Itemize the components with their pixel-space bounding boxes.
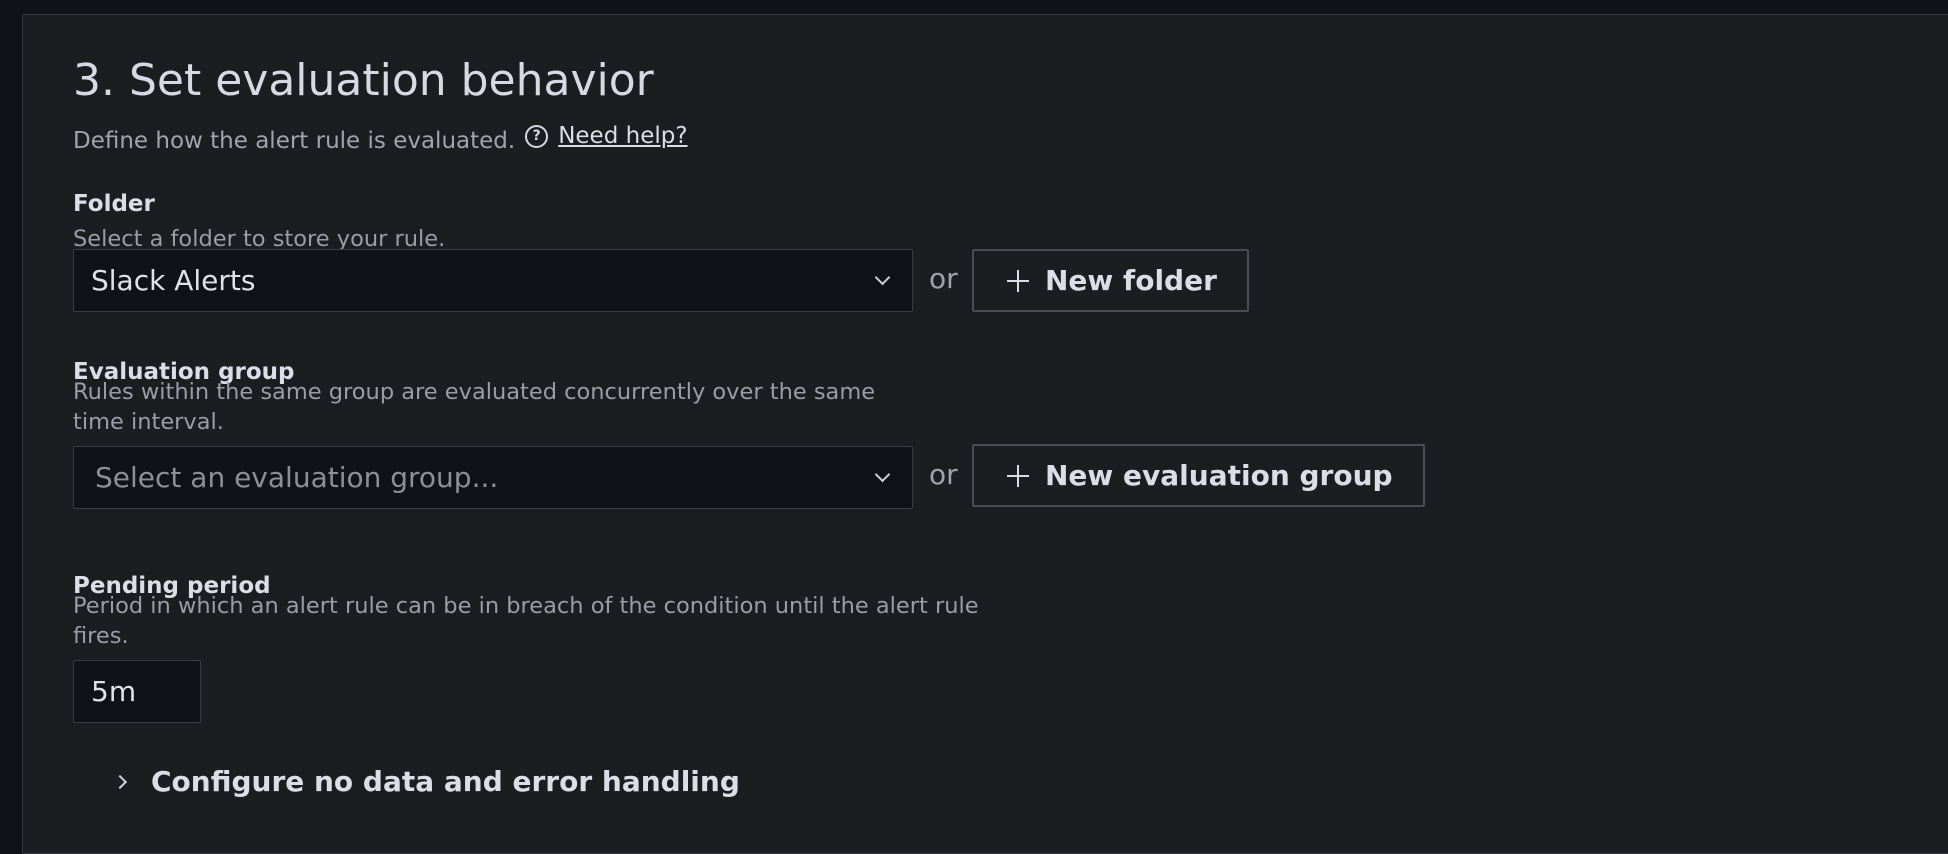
section-title: 3. Set evaluation behavior [73,55,654,106]
plus-icon [1007,464,1029,487]
folder-label: Folder [73,191,155,217]
folder-select[interactable]: Slack Alerts [73,249,913,312]
help-circle-icon: ? [525,124,549,148]
chevron-right-icon [112,774,128,789]
need-help-link[interactable]: Need help? [558,123,687,149]
pending-period-description: Period in which an alert rule can be in … [73,593,979,649]
evaluation-group-placeholder: Select an evaluation group... [95,461,499,494]
section-description: Define how the alert rule is evaluated. [73,128,516,154]
new-evaluation-group-label: New evaluation group [1045,459,1393,492]
no-data-error-handling-toggle[interactable]: Configure no data and error handling [112,765,740,798]
evaluation-behavior-panel: 3. Set evaluation behavior Define how th… [22,14,1948,854]
no-data-error-handling-label: Configure no data and error handling [151,765,740,798]
pending-period-input[interactable] [73,660,201,723]
evaluation-group-or-text: or [929,458,958,491]
folder-select-value: Slack Alerts [91,264,256,297]
new-folder-label: New folder [1045,264,1217,297]
chevron-down-icon [874,466,891,483]
evaluation-group-select[interactable]: Select an evaluation group... [73,446,913,509]
plus-icon [1007,269,1029,292]
new-evaluation-group-button[interactable]: New evaluation group [972,444,1425,507]
chevron-down-icon [874,269,891,286]
evaluation-group-description: Rules within the same group are evaluate… [73,379,876,435]
folder-or-text: or [929,262,958,295]
new-folder-button[interactable]: New folder [972,249,1249,312]
section-description-row: Define how the alert rule is evaluated. … [73,123,688,154]
